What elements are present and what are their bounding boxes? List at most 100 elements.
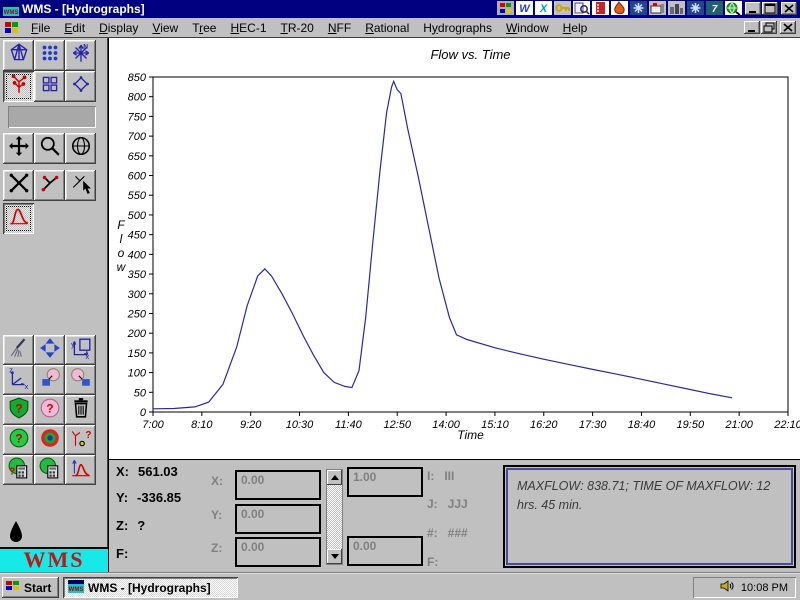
hydrograph-tool-icon — [8, 205, 30, 232]
create-vertex-tool-button[interactable] — [34, 170, 65, 201]
scatter-module-button[interactable] — [65, 71, 96, 102]
run-hydrograph-button[interactable] — [65, 455, 96, 485]
svg-text:16:20: 16:20 — [530, 419, 558, 431]
task-button-wms[interactable]: WMS WMS - [Hydrographs] — [63, 577, 238, 598]
zoom-basin-button[interactable] — [34, 365, 65, 395]
word-icon[interactable]: W — [516, 1, 533, 15]
svg-text:700: 700 — [128, 131, 147, 143]
find-file-icon[interactable] — [573, 1, 590, 15]
zoom-tool-button[interactable] — [34, 133, 65, 164]
svg-text:?: ? — [46, 401, 53, 415]
minimize-button[interactable] — [745, 2, 761, 15]
grid-cells-module-button[interactable] — [34, 71, 65, 102]
key-icon[interactable] — [554, 1, 571, 15]
hydrograph-tool-button[interactable] — [3, 203, 34, 234]
menu-hec-1[interactable]: HEC-1 — [223, 18, 273, 38]
basin-help-button[interactable]: ? — [34, 395, 65, 425]
powerpoint-icon[interactable] — [611, 1, 628, 15]
frame-view-icon — [39, 337, 61, 364]
close-button[interactable] — [781, 2, 797, 15]
menu-display[interactable]: Display — [92, 18, 145, 38]
frame-view-button[interactable] — [34, 335, 65, 365]
mdi-restore-button[interactable] — [761, 21, 777, 34]
field-scrollbar[interactable] — [326, 469, 343, 565]
x-field-input[interactable] — [235, 470, 321, 500]
mdi-minimize-button[interactable] — [744, 21, 760, 34]
hydrographs-child-icon[interactable] — [4, 21, 20, 34]
wms-logo: WMS — [0, 549, 108, 573]
svg-text:y: y — [71, 339, 75, 348]
svg-text:?: ? — [9, 466, 15, 477]
start-button[interactable]: Start — [2, 577, 59, 598]
scale-xyz-icon: xz — [8, 367, 30, 394]
svg-text:50: 50 — [134, 387, 147, 399]
svg-text:250: 250 — [127, 308, 147, 320]
menu-tree[interactable]: Tree — [185, 18, 223, 38]
area-help-button[interactable]: ? — [3, 425, 34, 455]
y-field-input[interactable] — [235, 504, 321, 534]
excel-icon[interactable]: X — [535, 1, 552, 15]
menu-view[interactable]: View — [145, 18, 185, 38]
plan-view-button[interactable]: yx — [65, 335, 96, 365]
tin-module-button[interactable] — [3, 40, 34, 71]
compute-basin-alt-icon — [39, 457, 61, 484]
schedule-icon[interactable] — [630, 1, 647, 15]
speaker-icon[interactable] — [719, 579, 735, 596]
windows-flag-icon — [5, 579, 21, 596]
web-find-icon[interactable] — [725, 1, 742, 15]
menu-nff[interactable]: NFF — [321, 18, 358, 38]
bullseye-button[interactable] — [34, 425, 65, 455]
office-logo-icon[interactable] — [497, 1, 514, 15]
svg-text:600: 600 — [128, 171, 147, 183]
interval-field-input[interactable] — [347, 467, 423, 497]
pick-vertex-tool-button[interactable] — [65, 170, 96, 201]
menu-rational[interactable]: Rational — [358, 18, 416, 38]
svg-text:WMS: WMS — [4, 10, 19, 16]
f-field-input[interactable] — [347, 536, 423, 566]
svg-text:22:10: 22:10 — [773, 419, 800, 431]
clock-icon[interactable]: 7 — [706, 1, 723, 15]
taskbar: Start WMS WMS - [Hydrographs] 10:08 PM — [0, 573, 800, 600]
menu-help[interactable]: Help — [556, 18, 595, 38]
maximize-button[interactable] — [762, 2, 778, 15]
svg-text:7: 7 — [712, 4, 718, 15]
scale-xyz-button[interactable]: xz — [3, 365, 34, 395]
pick-vertex-tool-icon — [70, 172, 92, 199]
shield-help-button[interactable]: ? — [3, 395, 34, 425]
window-controls — [745, 2, 797, 15]
map-north-module-button[interactable]: N — [65, 40, 96, 71]
compute-basin-alt-button[interactable] — [34, 455, 65, 485]
status-panel: X:561.03 Y:-336.85 Z:? F: X: Y: Z: I:III… — [108, 459, 800, 573]
scroll-up-button[interactable] — [327, 470, 342, 485]
svg-text:12:50: 12:50 — [383, 419, 411, 431]
rotate-globe-tool-icon — [70, 135, 92, 162]
menu-tr-20[interactable]: TR-20 — [274, 18, 321, 38]
grid-points-module-button[interactable] — [34, 40, 65, 71]
mdi-close-button[interactable] — [780, 21, 796, 34]
project-icon[interactable] — [687, 1, 704, 15]
drainage-tree-module-button[interactable] — [3, 71, 34, 102]
rotate-globe-tool-button[interactable] — [65, 133, 96, 164]
zoom-basin-alt-button[interactable] — [65, 365, 96, 395]
organizer-icon[interactable] — [668, 1, 685, 15]
select-vertices-tool-button[interactable] — [3, 170, 34, 201]
readout-z: Z:? — [116, 518, 145, 533]
svg-text:N: N — [83, 44, 88, 51]
svg-text:15:10: 15:10 — [481, 419, 509, 431]
mail-icon[interactable] — [649, 1, 666, 15]
scroll-down-button[interactable] — [327, 549, 342, 564]
svg-text:350: 350 — [128, 269, 147, 281]
pan-tool-button[interactable] — [3, 133, 34, 164]
menu-file[interactable]: File — [24, 18, 57, 38]
clock[interactable]: 10:08 PM — [741, 582, 788, 594]
menu-hydrographs[interactable]: Hydrographs — [416, 18, 499, 38]
tree-help-button[interactable]: ? — [65, 425, 96, 455]
z-field-input[interactable] — [235, 537, 321, 567]
compute-basin-button[interactable]: ? — [3, 455, 34, 485]
sweep-clean-button[interactable] — [3, 335, 34, 365]
svg-text:450: 450 — [128, 230, 147, 242]
menu-window[interactable]: Window — [499, 18, 556, 38]
binder-icon[interactable] — [592, 1, 609, 15]
menu-edit[interactable]: Edit — [57, 18, 92, 38]
delete-button[interactable] — [65, 395, 96, 425]
